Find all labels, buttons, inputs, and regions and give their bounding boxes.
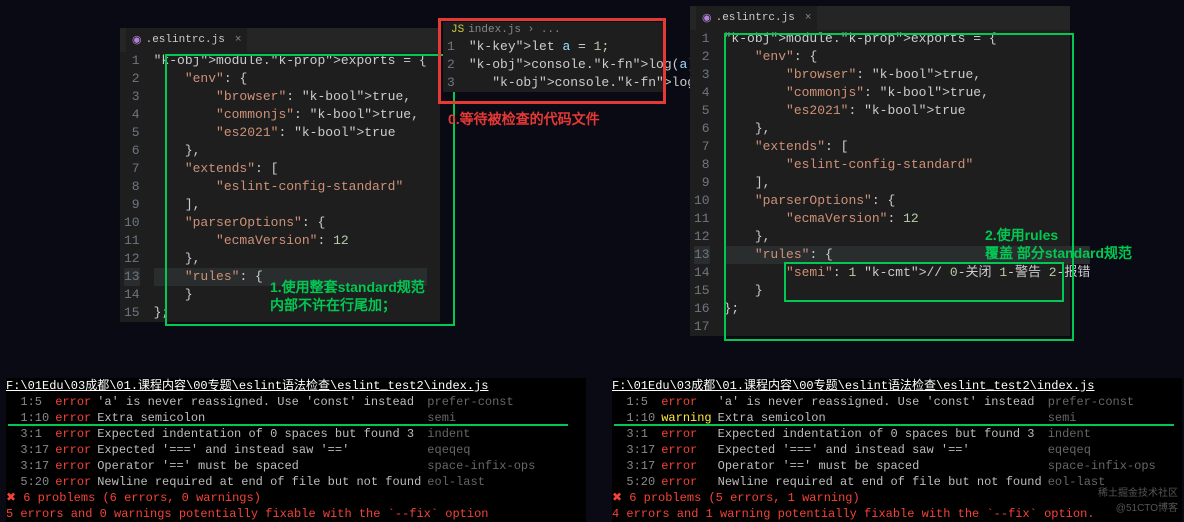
lint-row: 3:17errorExpected '===' and instead saw …	[612, 442, 1162, 458]
lint-row: 1:5error'a' is never reassigned. Use 'co…	[6, 394, 541, 410]
lint-row: 5:20errorNewline required at end of file…	[612, 474, 1162, 490]
lint-row: 3:17errorOperator '==' must be spacedspa…	[6, 458, 541, 474]
lint-row: 1:5error'a' is never reassigned. Use 'co…	[612, 394, 1162, 410]
file-path: F:\01Edu\03成都\01.课程内容\00专题\eslint语法检查\es…	[6, 378, 586, 394]
lint-row: 3:1errorExpected indentation of 0 spaces…	[612, 426, 1162, 442]
summary-line-1: ✖ 6 problems (5 errors, 1 warning)	[612, 490, 1182, 506]
lint-table: 1:5error'a' is never reassigned. Use 'co…	[6, 394, 541, 490]
tab-label: .eslintrc.js	[146, 34, 225, 46]
gutter: 1234567891011121314151617	[690, 30, 718, 336]
gutter: 123456789101112131415	[120, 52, 148, 322]
lint-row: 3:17errorExpected '===' and instead saw …	[6, 442, 541, 458]
row-highlight-left	[8, 424, 568, 426]
row-highlight-right	[614, 424, 1174, 426]
lint-row: 3:1errorExpected indentation of 0 spaces…	[6, 426, 541, 442]
tab-bar: ◉ .eslintrc.js ×	[120, 28, 440, 52]
lint-row: 5:20errorNewline required at end of file…	[6, 474, 541, 490]
config-icon: ◉	[702, 11, 712, 25]
summary-line-1: ✖ 6 problems (6 errors, 0 warnings)	[6, 490, 586, 506]
annotation-2: 2.使用rules 覆盖 部分standard规范	[985, 226, 1132, 262]
summary-line-2: 4 errors and 1 warning potentially fixab…	[612, 506, 1182, 522]
terminal-right[interactable]: F:\01Edu\03成都\01.课程内容\00专题\eslint语法检查\es…	[612, 378, 1182, 522]
highlight-box-rules	[784, 262, 1064, 302]
close-icon[interactable]: ×	[805, 12, 812, 24]
tab-eslintrc[interactable]: ◉ .eslintrc.js ×	[126, 28, 247, 52]
terminal-left[interactable]: F:\01Edu\03成都\01.课程内容\00专题\eslint语法检查\es…	[6, 378, 586, 522]
highlight-box-mid	[438, 18, 666, 104]
annotation-0: 0.等待被检查的代码文件	[448, 110, 600, 128]
close-icon[interactable]: ×	[235, 34, 242, 46]
config-icon: ◉	[132, 33, 142, 47]
tab-label: .eslintrc.js	[716, 12, 795, 24]
watermark: 稀土掘金技术社区@51CTO博客	[1098, 484, 1178, 514]
tab-eslintrc[interactable]: ◉ .eslintrc.js ×	[696, 6, 817, 30]
summary-line-2: 5 errors and 0 warnings potentially fixa…	[6, 506, 586, 522]
lint-table: 1:5error'a' is never reassigned. Use 'co…	[612, 394, 1162, 490]
tab-bar: ◉ .eslintrc.js ×	[690, 6, 1070, 30]
lint-row: 3:17errorOperator '==' must be spacedspa…	[612, 458, 1162, 474]
annotation-1: 1.使用整套standard规范 内部不许在行尾加；	[270, 278, 425, 314]
file-path: F:\01Edu\03成都\01.课程内容\00专题\eslint语法检查\es…	[612, 378, 1182, 394]
